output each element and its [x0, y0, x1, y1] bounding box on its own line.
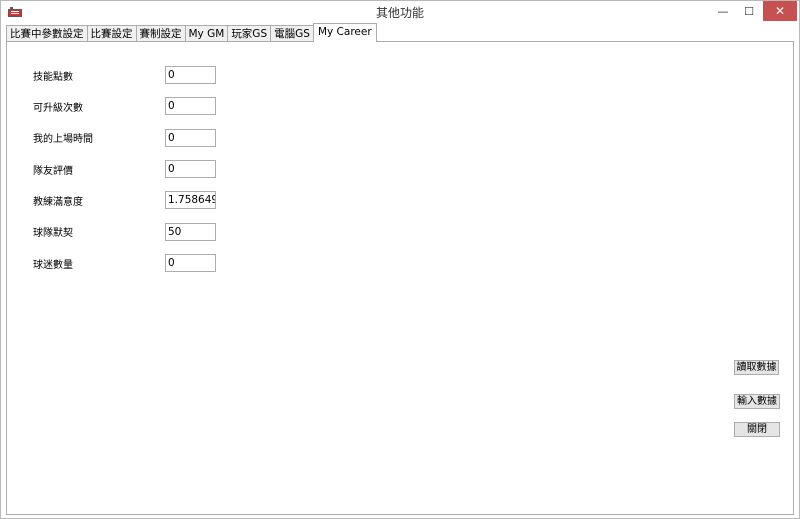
skill-points-input[interactable]: 0	[165, 66, 216, 84]
upgrade-count-label: 可升級次數	[33, 103, 83, 114]
maximize-button[interactable]: ☐	[736, 1, 762, 21]
tab-player-gs[interactable]: 玩家GS	[227, 25, 272, 42]
write-data-button[interactable]: 輸入數據	[734, 394, 780, 409]
tab-in-game-params[interactable]: 比賽中參數設定	[6, 25, 88, 42]
coach-satisfaction-input[interactable]: 1.7586497	[165, 191, 216, 209]
team-chemistry-label: 球隊默契	[33, 228, 73, 239]
coach-satisfaction-label: 教練滿意度	[33, 197, 83, 208]
tab-game-settings[interactable]: 比賽設定	[86, 25, 137, 42]
teammate-rating-input[interactable]: 0	[165, 160, 216, 178]
tab-format-settings[interactable]: 賽制設定	[135, 25, 186, 42]
tab-strip: 比賽中參數設定 比賽設定 賽制設定 My GM 玩家GS 電腦GS My Car…	[6, 23, 377, 42]
tab-computer-gs[interactable]: 電腦GS	[270, 25, 314, 42]
tab-my-career[interactable]: My Career	[312, 23, 377, 42]
read-data-button[interactable]: 讀取數據	[734, 360, 779, 375]
close-button[interactable]: 關閉	[734, 422, 780, 437]
title-bar[interactable]: 其他功能 — ☐ ✕	[1, 1, 799, 23]
close-window-button[interactable]: ✕	[763, 1, 797, 21]
minimize-button[interactable]: —	[710, 1, 736, 21]
teammate-rating-label: 隊友評價	[33, 166, 73, 177]
playing-time-label: 我的上場時間	[33, 134, 93, 145]
tab-my-gm[interactable]: My GM	[184, 25, 229, 42]
window-title: 其他功能	[375, 6, 424, 20]
fan-count-input[interactable]: 0	[165, 254, 216, 272]
app-window: 其他功能 — ☐ ✕ 比賽中參數設定 比賽設定 賽制設定 My GM 玩家GS …	[0, 0, 800, 519]
team-chemistry-input[interactable]: 50	[165, 223, 216, 241]
playing-time-input[interactable]: 0	[165, 129, 216, 147]
fan-count-label: 球迷數量	[33, 260, 73, 271]
my-career-panel	[6, 41, 794, 515]
upgrade-count-input[interactable]: 0	[165, 97, 216, 115]
skill-points-label: 技能點數	[33, 72, 73, 83]
